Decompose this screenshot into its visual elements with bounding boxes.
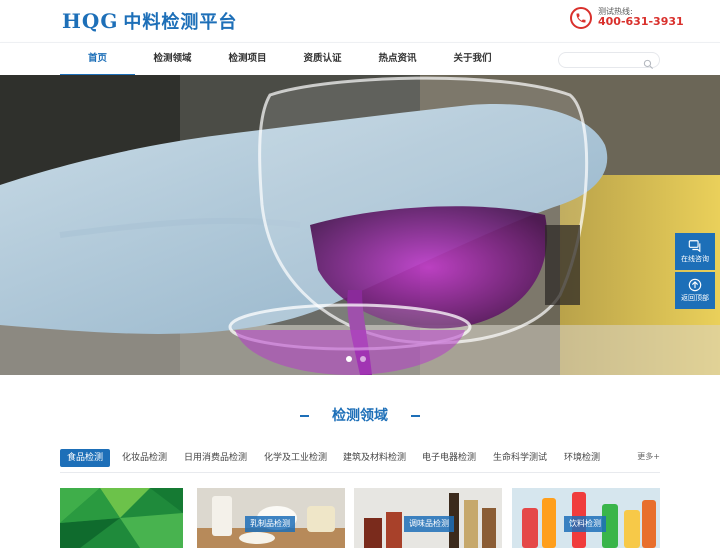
nav-item-testing-fields[interactable]: 检测领域 (135, 43, 210, 76)
hotline-block: 测试热线: 400-631-3931 (570, 7, 684, 29)
card-label: 饮料检测 (564, 516, 606, 532)
search-input[interactable] (567, 54, 642, 66)
online-consult-button[interactable]: 在线咨询 (675, 233, 715, 270)
more-link[interactable]: 更多+ (637, 451, 660, 462)
search-icon[interactable] (643, 55, 654, 70)
section-title-text: 检测领域 (332, 408, 388, 424)
tab-building-materials[interactable]: 建筑及材料检测 (336, 449, 413, 467)
category-card-dairy[interactable]: 乳制品检测 (197, 488, 345, 548)
nav-item-about[interactable]: 关于我们 (435, 43, 510, 76)
online-consult-label: 在线咨询 (681, 255, 709, 263)
nav-item-testing-projects[interactable]: 检测项目 (210, 43, 285, 76)
category-tabs: 食品检测 化妆品检测 日用消费品检测 化学及工业检测 建筑及材料检测 电子电器检… (60, 447, 660, 473)
chat-icon (688, 238, 702, 253)
heading-dash-right (410, 415, 420, 417)
carousel-dot[interactable] (346, 356, 352, 362)
phone-icon (570, 7, 592, 29)
hero-banner[interactable] (0, 75, 720, 375)
tab-life-science[interactable]: 生命科学测试 (486, 449, 554, 467)
main-nav: 首页 检测领域 检测项目 资质认证 热点资讯 关于我们 (0, 42, 720, 76)
tab-chemical-industrial[interactable]: 化学及工业检测 (257, 449, 334, 467)
heading-dash-left (300, 415, 310, 417)
nav-item-news[interactable]: 热点资讯 (360, 43, 435, 76)
site-header: HQG 中料检测平台 测试热线: 400-631-3931 (0, 0, 720, 42)
hero-lab-illustration (0, 75, 720, 375)
tab-environment[interactable]: 环境检测 (557, 449, 607, 467)
section-heading: 检测领域 (0, 405, 720, 425)
hero-carousel-dots (346, 356, 366, 362)
arrow-up-circle-icon (688, 277, 702, 292)
card-label: 乳制品检测 (245, 516, 295, 532)
back-to-top-button[interactable]: 返回顶部 (675, 272, 715, 309)
category-card[interactable] (60, 488, 208, 548)
tab-consumer-goods[interactable]: 日用消费品检测 (177, 449, 254, 467)
tab-food[interactable]: 食品检测 (60, 449, 111, 467)
card-image-green-pattern (60, 488, 183, 548)
nav-item-certification[interactable]: 资质认证 (285, 43, 360, 76)
card-label: 调味品检测 (404, 516, 454, 532)
category-card-beverages[interactable]: 饮料检测 (512, 488, 660, 548)
back-to-top-label: 返回顶部 (681, 294, 709, 302)
tab-electronics[interactable]: 电子电器检测 (415, 449, 483, 467)
tab-cosmetics[interactable]: 化妆品检测 (115, 449, 174, 467)
nav-item-home[interactable]: 首页 (60, 43, 135, 76)
site-logo[interactable]: HQG 中料检测平台 (62, 7, 237, 35)
search-box (558, 52, 660, 70)
category-card-condiments[interactable]: 调味品检测 (354, 488, 502, 548)
hotline-number[interactable]: 400-631-3931 (598, 16, 684, 29)
carousel-dot[interactable] (360, 356, 366, 362)
logo-chinese-text: 中料检测平台 (123, 12, 238, 33)
logo-latin-text: HQG (62, 9, 119, 33)
